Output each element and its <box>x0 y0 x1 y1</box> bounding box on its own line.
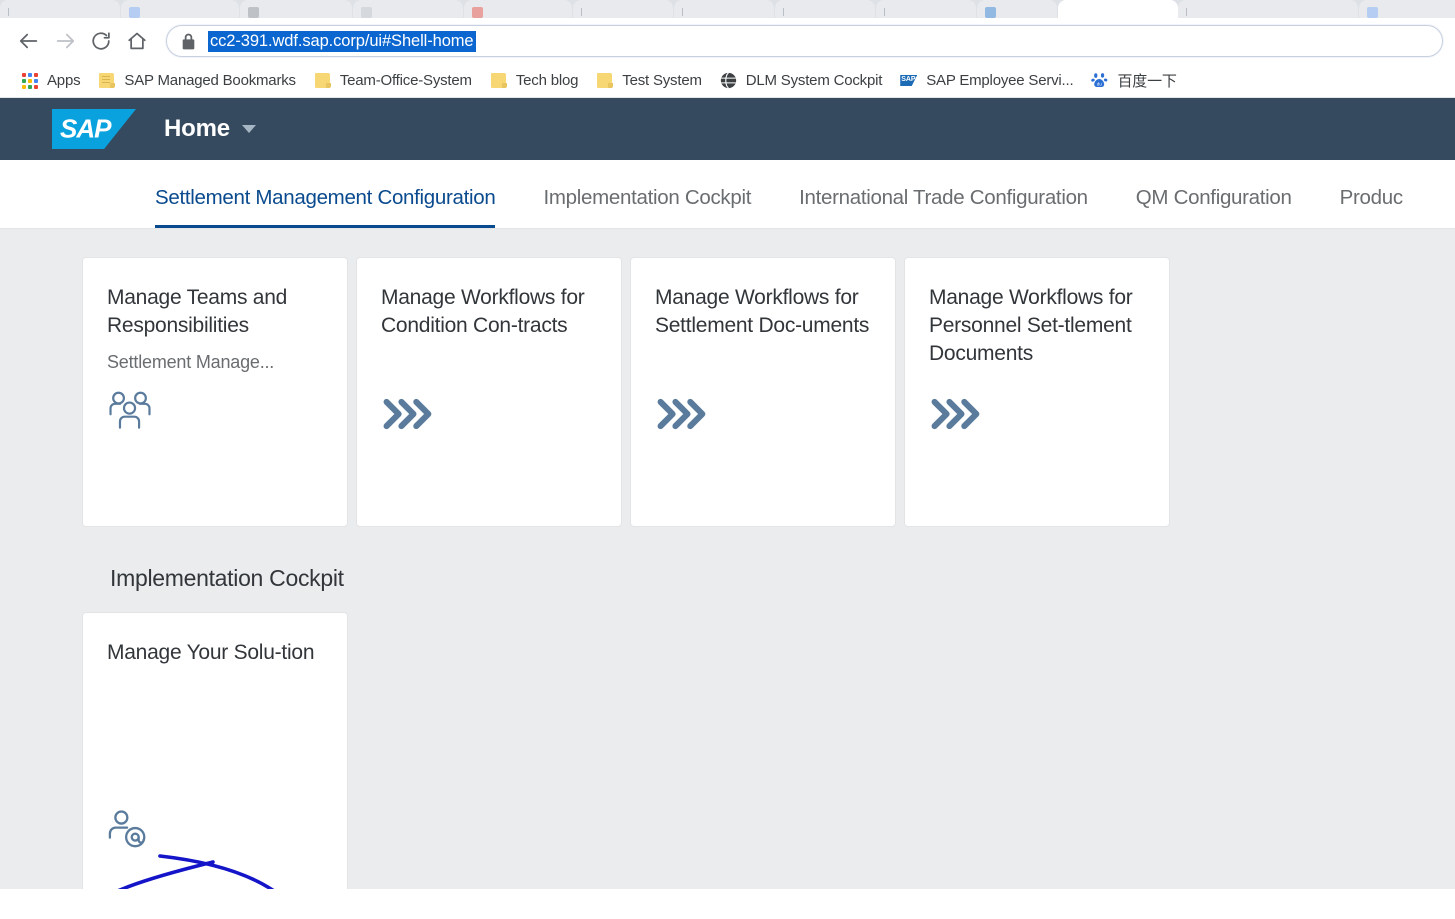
browser-tab[interactable] <box>1178 0 1358 18</box>
tab-international-trade-configuration[interactable]: International Trade Configuration <box>799 186 1112 228</box>
tab-qm-configuration[interactable]: QM Configuration <box>1136 186 1316 228</box>
bookmark-sap-employee-services[interactable]: SAP SAP Employee Servi... <box>891 68 1082 94</box>
bookmark-label: SAP Employee Servi... <box>926 72 1074 89</box>
folder-icon <box>314 72 331 89</box>
browser-tab[interactable] <box>353 0 463 18</box>
tab-label: QM Configuration <box>1135 186 1292 209</box>
bookmark-label: Team-Office-System <box>339 72 472 89</box>
bookmark-label: 百度一下 <box>1117 73 1177 90</box>
triple-chevron-right-icon <box>381 392 599 436</box>
bookmark-apps[interactable]: Apps <box>12 68 89 94</box>
tile-manage-your-solution[interactable]: Manage Your Solu-tion <box>82 612 348 889</box>
tile-manage-workflows-for-settlement-documents[interactable]: Manage Workflows for Settlement Doc-umen… <box>630 257 896 527</box>
tile-title: Manage Teams and Responsibilities <box>107 286 288 337</box>
home-menu-button[interactable]: Home <box>164 115 256 143</box>
tile-manage-teams-and-responsibilities[interactable]: Manage Teams and Responsibilities Settle… <box>82 257 348 527</box>
bookmark-team-office-system[interactable]: Team-Office-System <box>305 68 481 94</box>
home-icon[interactable] <box>120 24 154 58</box>
globe-icon <box>720 72 737 89</box>
tile-title: Manage Workflows for Settlement Doc-umen… <box>655 286 870 337</box>
bookmark-label: DLM System Cockpit <box>745 72 883 89</box>
browser-tab[interactable] <box>876 0 976 18</box>
folder-icon <box>596 72 614 89</box>
reload-icon[interactable] <box>84 24 118 58</box>
browser-chrome: cc2-391.wdf.sap.corp/ui#Shell-home Apps … <box>0 0 1455 98</box>
tile-group-settlement: Manage Teams and Responsibilities Settle… <box>0 257 1455 527</box>
browser-tab[interactable] <box>674 0 774 18</box>
section-heading-implementation-cockpit: Implementation Cockpit <box>110 565 344 591</box>
triple-chevron-right-icon <box>655 392 873 436</box>
tile-title: Manage Workflows for Personnel Set-tleme… <box>929 286 1133 365</box>
bookmark-tech-blog[interactable]: Tech blog <box>481 68 587 94</box>
sap-favicon-icon: SAP <box>900 72 918 89</box>
tab-label: International Trade Configuration <box>799 186 1088 209</box>
tile-manage-workflows-for-personnel-settlement-documents[interactable]: Manage Workflows for Personnel Set-tleme… <box>904 257 1170 527</box>
apps-grid-icon <box>21 72 38 89</box>
bookmark-label: Tech blog <box>515 72 579 89</box>
browser-tab[interactable] <box>240 0 352 18</box>
tab-implementation-cockpit[interactable]: Implementation Cockpit <box>543 186 775 228</box>
browser-tab-active[interactable] <box>1058 0 1178 18</box>
bookmark-sap-managed-bookmarks[interactable]: SAP Managed Bookmarks <box>89 68 304 94</box>
svg-text:du: du <box>1097 81 1102 86</box>
tile-manage-workflows-for-condition-contracts[interactable]: Manage Workflows for Condition Con-tract… <box>356 257 622 527</box>
bookmark-label: Apps <box>47 72 81 89</box>
tile-group-implementation-cockpit: Manage Your Solu-tion <box>0 612 1455 889</box>
browser-tab[interactable] <box>1359 0 1455 18</box>
url-text[interactable]: cc2-391.wdf.sap.corp/ui#Shell-home <box>208 30 476 52</box>
launchpad-content: Manage Teams and Responsibilities Settle… <box>0 229 1455 889</box>
address-bar[interactable]: cc2-391.wdf.sap.corp/ui#Shell-home <box>166 25 1443 57</box>
tile-title: Manage Workflows for Condition Con-tract… <box>381 286 585 337</box>
browser-tab[interactable] <box>977 0 1057 18</box>
bookmark-label: Test System <box>622 72 702 89</box>
bookmark-baidu[interactable]: du 百度一下 <box>1082 68 1185 94</box>
tab-label: Implementation Cockpit <box>543 186 752 209</box>
tab-settlement-management-configuration[interactable]: Settlement Management Configuration <box>155 186 519 228</box>
people-group-icon <box>107 388 325 432</box>
sap-logo-text: SAP <box>60 113 111 144</box>
person-at-icon <box>107 807 325 851</box>
browser-tab[interactable] <box>0 0 120 18</box>
browser-tab[interactable] <box>775 0 875 18</box>
bookmarks-bar: Apps SAP Managed Bookmarks Team-Office-S… <box>0 64 1455 98</box>
browser-tab-strip[interactable] <box>0 0 1455 18</box>
sap-shell-header: SAP Home <box>0 98 1455 160</box>
tab-label: Produc <box>1339 186 1403 209</box>
bookmark-label: SAP Managed Bookmarks <box>124 72 296 89</box>
forward-arrow-icon[interactable] <box>48 24 82 58</box>
bookmark-dlm-system-cockpit[interactable]: DLM System Cockpit <box>711 68 891 94</box>
browser-tab[interactable] <box>573 0 673 18</box>
triple-chevron-right-icon <box>929 392 1147 436</box>
tile-subtitle: Settlement Manage... <box>107 352 275 372</box>
browser-tab[interactable] <box>121 0 239 18</box>
folder-icon <box>98 72 116 89</box>
sap-logo[interactable]: SAP <box>52 109 136 149</box>
page-title: Home <box>164 115 230 142</box>
bookmark-test-system[interactable]: Test System <box>587 68 711 94</box>
tab-product-configuration[interactable]: Produc <box>1340 186 1427 228</box>
folder-icon <box>490 72 507 89</box>
back-arrow-icon[interactable] <box>12 24 46 58</box>
lock-icon[interactable] <box>181 33 196 50</box>
baidu-favicon-icon: du <box>1091 72 1108 89</box>
browser-tab[interactable] <box>464 0 572 18</box>
navigation-tabs: Settlement Management Configuration Impl… <box>0 160 1455 229</box>
tab-label: Settlement Management Configuration <box>155 186 496 209</box>
browser-toolbar: cc2-391.wdf.sap.corp/ui#Shell-home <box>0 18 1455 64</box>
tile-title: Manage Your Solu-tion <box>107 641 315 664</box>
chevron-down-icon[interactable] <box>241 125 256 133</box>
